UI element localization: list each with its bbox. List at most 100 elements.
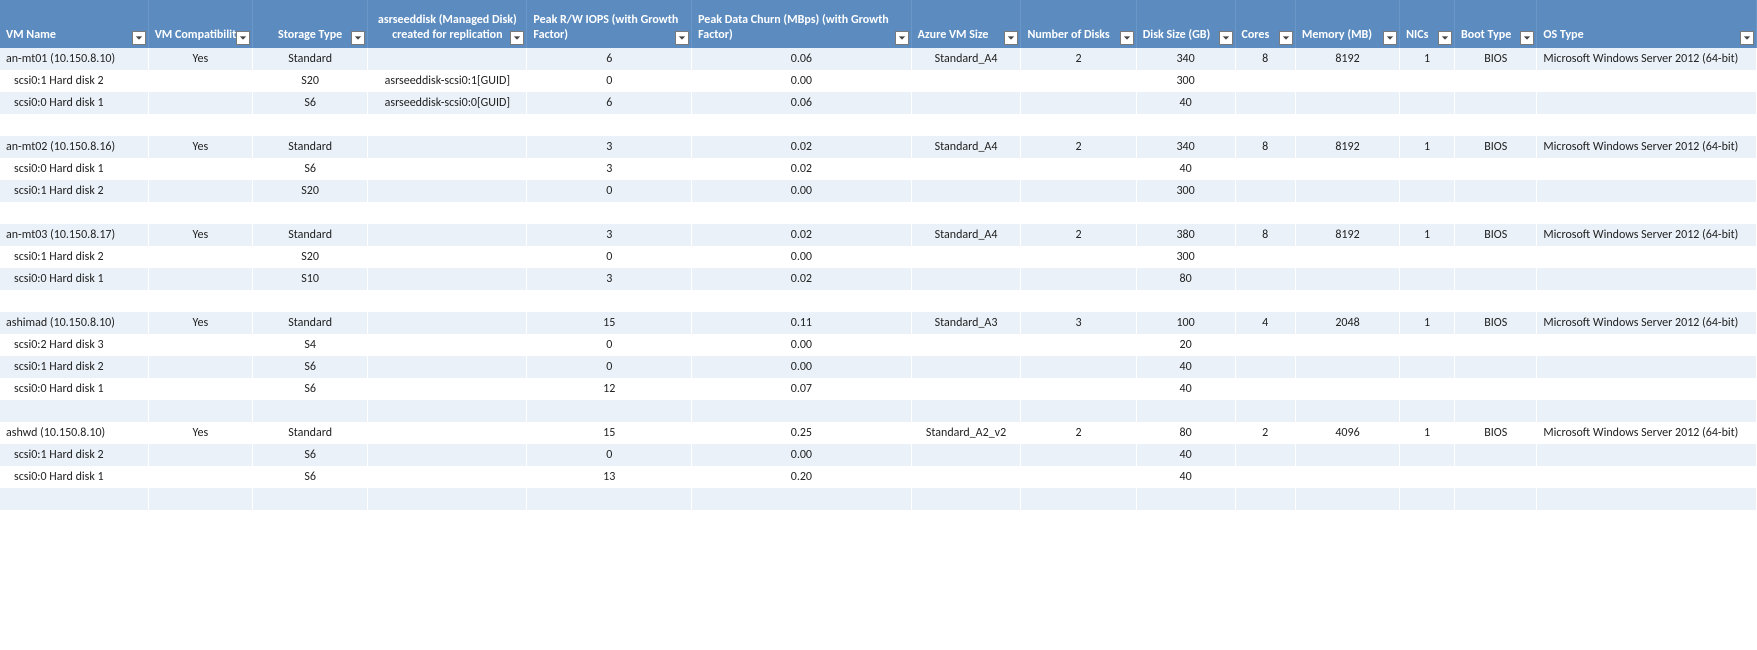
cell: ashimad (10.150.8.10) <box>0 312 148 334</box>
cell <box>1021 466 1136 488</box>
filter-dropdown-icon[interactable] <box>1520 31 1534 45</box>
cell <box>1455 466 1537 488</box>
cell <box>1455 70 1537 92</box>
cell <box>368 158 527 180</box>
cell <box>527 114 692 136</box>
filter-dropdown-icon[interactable] <box>1219 31 1233 45</box>
cell: 8192 <box>1295 136 1399 158</box>
cell <box>368 246 527 268</box>
cell <box>1400 290 1455 312</box>
cell <box>368 334 527 356</box>
cell: S20 <box>252 246 367 268</box>
cell: 8192 <box>1295 48 1399 70</box>
column-header[interactable]: Azure VM Size <box>911 0 1021 48</box>
column-header[interactable]: Cores <box>1235 0 1295 48</box>
cell <box>692 290 912 312</box>
filter-dropdown-icon[interactable] <box>132 31 146 45</box>
column-header[interactable]: Memory (MB) <box>1295 0 1399 48</box>
cell <box>1455 488 1537 510</box>
cell <box>911 268 1021 290</box>
filter-dropdown-icon[interactable] <box>1383 31 1397 45</box>
cell <box>1021 180 1136 202</box>
cell <box>1021 510 1136 532</box>
cell: scsi0:1 Hard disk 2 <box>0 180 148 202</box>
cell: Standard_A4 <box>911 136 1021 158</box>
cell <box>911 180 1021 202</box>
cell <box>0 510 148 532</box>
cell: 0 <box>527 246 692 268</box>
filter-dropdown-icon[interactable] <box>1004 31 1018 45</box>
cell <box>368 180 527 202</box>
filter-dropdown-icon[interactable] <box>1120 31 1134 45</box>
cell <box>1021 158 1136 180</box>
cell: 0.25 <box>692 422 912 444</box>
cell <box>0 488 148 510</box>
cell <box>1400 114 1455 136</box>
column-header[interactable]: VM Compatibility <box>148 0 252 48</box>
cell <box>148 444 252 466</box>
column-header-label: Number of Disks <box>1027 28 1109 42</box>
cell: scsi0:1 Hard disk 2 <box>0 70 148 92</box>
cell <box>1537 400 1757 422</box>
cell <box>1537 180 1757 202</box>
table-row: scsi0:0 Hard disk 1S6asrseeddisk-scsi0:0… <box>0 92 1757 114</box>
cell: BIOS <box>1455 224 1537 246</box>
column-header-label: Storage Type <box>278 28 342 42</box>
filter-dropdown-icon[interactable] <box>510 31 524 45</box>
cell <box>1021 202 1136 224</box>
cell <box>368 466 527 488</box>
table-row <box>0 510 1757 532</box>
cell: 0.00 <box>692 70 912 92</box>
filter-dropdown-icon[interactable] <box>675 31 689 45</box>
column-header[interactable]: Peak Data Churn (MBps) (with Growth Fact… <box>692 0 912 48</box>
column-header-label: asrseeddisk (Managed Disk) created for r… <box>374 13 520 42</box>
table-row: ashimad (10.150.8.10)YesStandard150.11St… <box>0 312 1757 334</box>
cell <box>1537 158 1757 180</box>
column-header-label: Memory (MB) <box>1302 28 1372 42</box>
cell <box>1295 180 1399 202</box>
cell <box>1021 444 1136 466</box>
cell <box>1295 356 1399 378</box>
cell <box>692 114 912 136</box>
cell: 3 <box>527 136 692 158</box>
cell <box>1235 444 1295 466</box>
cell <box>1235 70 1295 92</box>
column-header[interactable]: Boot Type <box>1455 0 1537 48</box>
cell <box>1537 70 1757 92</box>
filter-dropdown-icon[interactable] <box>236 31 250 45</box>
column-header[interactable]: Storage Type <box>252 0 367 48</box>
cell <box>1235 114 1295 136</box>
cell <box>1021 356 1136 378</box>
filter-dropdown-icon[interactable] <box>895 31 909 45</box>
cell <box>1021 70 1136 92</box>
column-header[interactable]: asrseeddisk (Managed Disk) created for r… <box>368 0 527 48</box>
cell: 0.06 <box>692 48 912 70</box>
cell: 80 <box>1136 268 1235 290</box>
cell: 300 <box>1136 70 1235 92</box>
cell <box>368 224 527 246</box>
cell <box>1455 356 1537 378</box>
cell: an-mt01 (10.150.8.10) <box>0 48 148 70</box>
filter-dropdown-icon[interactable] <box>351 31 365 45</box>
cell <box>1537 466 1757 488</box>
cell <box>1400 202 1455 224</box>
column-header[interactable]: Disk Size (GB) <box>1136 0 1235 48</box>
cell <box>1400 378 1455 400</box>
filter-dropdown-icon[interactable] <box>1279 31 1293 45</box>
cell: 0.02 <box>692 268 912 290</box>
filter-dropdown-icon[interactable] <box>1740 31 1754 45</box>
column-header[interactable]: VM Name <box>0 0 148 48</box>
filter-dropdown-icon[interactable] <box>1438 31 1452 45</box>
cell: an-mt03 (10.150.8.17) <box>0 224 148 246</box>
cell <box>1235 290 1295 312</box>
column-header[interactable]: Number of Disks <box>1021 0 1136 48</box>
column-header[interactable]: Peak R/W IOPS (with Growth Factor) <box>527 0 692 48</box>
cell <box>1021 400 1136 422</box>
column-header[interactable]: NICs <box>1400 0 1455 48</box>
cell <box>1295 466 1399 488</box>
column-header[interactable]: OS Type <box>1537 0 1757 48</box>
cell: scsi0:0 Hard disk 1 <box>0 466 148 488</box>
cell: scsi0:0 Hard disk 1 <box>0 158 148 180</box>
cell: BIOS <box>1455 422 1537 444</box>
cell: 2 <box>1021 224 1136 246</box>
